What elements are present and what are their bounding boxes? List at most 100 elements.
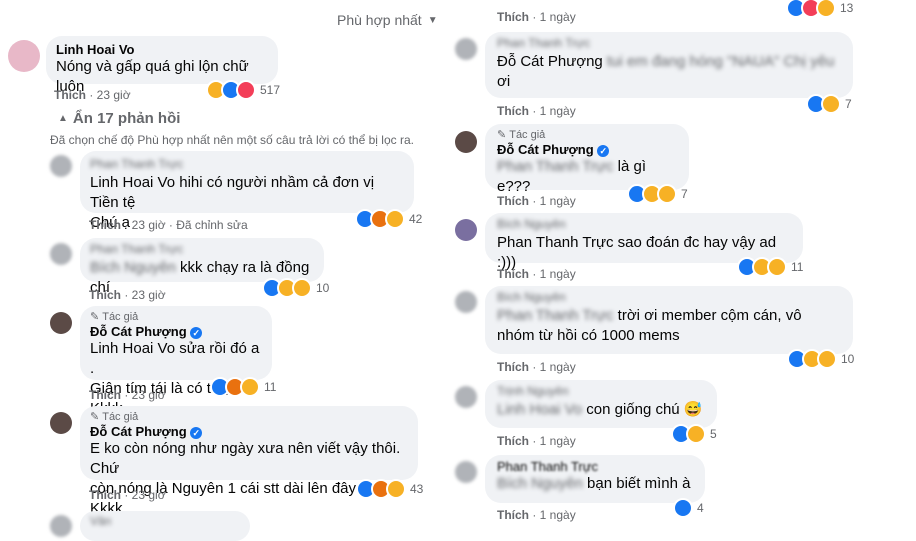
like-button[interactable]: Thích: [497, 434, 529, 448]
comment-bubble: Linh Hoai Vo Nóng và gấp quá ghi lộn chữ…: [46, 36, 278, 95]
reaction-count: 42: [409, 212, 423, 226]
reply-author[interactable]: Đỗ Cát Phượng ✓: [497, 142, 677, 157]
reaction-summary[interactable]: 7: [627, 184, 688, 204]
mention-link[interactable]: Linh Hoai Vo: [90, 174, 175, 191]
reply-author[interactable]: Bích Nguyên: [497, 217, 791, 231]
reply-text-line2: ơi: [497, 73, 511, 90]
reply-bubble: Bích Nguyên Phan Thanh Trực sao đoán đc …: [485, 213, 803, 271]
haha-reaction-icon: [686, 424, 706, 444]
reaction-summary[interactable]: 42: [355, 209, 422, 229]
avatar[interactable]: [50, 155, 72, 177]
reply-author[interactable]: Phan Thanh Trực: [497, 459, 693, 474]
like-button[interactable]: Thích: [89, 488, 121, 502]
reaction-count: 7: [681, 187, 688, 201]
timestamp[interactable]: 23 giờ: [132, 388, 166, 402]
reaction-summary[interactable]: 13: [786, 0, 853, 18]
reaction-count: 7: [845, 97, 852, 111]
wow-reaction-icon: [817, 349, 837, 369]
like-button[interactable]: Thích: [497, 508, 529, 522]
like-button[interactable]: Thích: [497, 194, 529, 208]
reply-bubble: Vân: [80, 511, 250, 541]
reply-bubble: Trịnh Nguyên Linh Hoai Vo con giống chú …: [485, 380, 717, 428]
avatar[interactable]: [8, 40, 40, 72]
reply-author[interactable]: Phan Thanh Trực: [90, 157, 404, 171]
reply-meta: Thích · 23 giờ: [89, 288, 166, 302]
sort-selector[interactable]: Phù hợp nhất ▼: [337, 12, 438, 28]
wow-reaction-icon: [767, 257, 787, 277]
mention-link[interactable]: Linh Hoai Vo: [90, 340, 175, 357]
caret-down-icon: ▼: [427, 14, 438, 26]
verified-badge-icon: ✓: [190, 426, 203, 439]
reply-author[interactable]: Phan Thanh Trực: [497, 36, 841, 50]
reaction-summary[interactable]: 10: [262, 278, 329, 298]
sort-label: Phù hợp nhất: [337, 12, 422, 28]
like-button[interactable]: Thích: [89, 288, 121, 302]
reply-text-line2: nhóm từ hồi có 1000 mems: [497, 327, 680, 344]
avatar[interactable]: [455, 291, 477, 313]
mention-link[interactable]: Phan Thanh Trực: [497, 234, 614, 251]
reply-bubble: Phan Thanh Trực Linh Hoai Vo hihi có ngư…: [80, 151, 414, 231]
reaction-summary[interactable]: 7: [806, 94, 852, 114]
reply-author[interactable]: Bích Nguyên: [497, 290, 841, 304]
timestamp[interactable]: 1 ngày: [540, 10, 576, 24]
like-button[interactable]: Thích: [497, 10, 529, 24]
comment-meta: Thích · 1 ngày: [497, 10, 576, 24]
timestamp[interactable]: 23 giờ: [97, 88, 131, 102]
reply-author[interactable]: Đỗ Cát Phượng ✓: [90, 324, 262, 339]
like-button[interactable]: Thích: [89, 218, 121, 232]
haha-reaction-icon: [821, 94, 841, 114]
avatar[interactable]: [50, 243, 72, 265]
sad-reaction-icon: [240, 377, 260, 397]
reply-text: Bích Nguyên bạn biết mình à: [497, 475, 691, 492]
avatar[interactable]: [455, 38, 477, 60]
reply-author[interactable]: Vân: [90, 514, 240, 528]
reaction-summary[interactable]: 10: [787, 349, 854, 369]
timestamp[interactable]: 1 ngày: [540, 508, 576, 522]
reply-author[interactable]: Đỗ Cát Phượng ✓: [90, 424, 408, 439]
reaction-count: 13: [840, 1, 854, 15]
reaction-summary[interactable]: 517: [206, 80, 280, 100]
like-button[interactable]: Thích: [54, 88, 86, 102]
reaction-summary[interactable]: 5: [671, 424, 717, 444]
reply-meta: Thích · 1 ngày: [497, 104, 576, 118]
wow-reaction-icon: [385, 209, 405, 229]
timestamp[interactable]: 1 ngày: [540, 194, 576, 208]
timestamp[interactable]: 1 ngày: [540, 267, 576, 281]
reply-bubble: Phan Thanh Trực Đỗ Cát Phượng tui em đan…: [485, 32, 853, 98]
reply-meta: Thích · 1 ngày: [497, 267, 576, 281]
timestamp[interactable]: 23 giờ: [132, 488, 166, 502]
wow-reaction-icon: [292, 278, 312, 298]
like-button[interactable]: Thích: [497, 360, 529, 374]
avatar[interactable]: [455, 386, 477, 408]
avatar[interactable]: [455, 219, 477, 241]
timestamp[interactable]: 1 ngày: [540, 104, 576, 118]
reaction-summary[interactable]: 43: [356, 479, 423, 499]
like-button[interactable]: Thích: [89, 388, 121, 402]
timestamp[interactable]: 23 giờ: [132, 288, 166, 302]
avatar[interactable]: [455, 131, 477, 153]
reply-meta: Thích · 23 giờ: [89, 388, 166, 402]
reply-author[interactable]: Trịnh Nguyên: [497, 384, 705, 398]
avatar[interactable]: [50, 515, 72, 537]
timestamp[interactable]: 23 giờ: [132, 218, 166, 232]
like-button[interactable]: Thích: [497, 267, 529, 281]
reaction-summary[interactable]: 4: [673, 498, 704, 518]
avatar[interactable]: [50, 312, 72, 334]
reply-meta: Thích · 23 giờ · Đã chỉnh sửa: [89, 218, 248, 232]
avatar[interactable]: [50, 412, 72, 434]
wow-reaction-icon: [657, 184, 677, 204]
like-button[interactable]: Thích: [497, 104, 529, 118]
reaction-summary[interactable]: 11: [737, 257, 803, 277]
reaction-summary[interactable]: 11: [210, 377, 276, 397]
reaction-count: 11: [264, 380, 277, 394]
timestamp[interactable]: 1 ngày: [540, 434, 576, 448]
reply-bubble: Bích Nguyên Phan Thanh Trực trời ơi memb…: [485, 286, 853, 354]
reply-bubble: Phan Thanh Trực Bích Nguyên kkk chạy ra …: [80, 238, 324, 296]
reply-bubble: ✎ Tác giả Đỗ Cát Phượng ✓ Linh Hoai Vo sử…: [80, 306, 272, 417]
avatar[interactable]: [455, 461, 477, 483]
comment-author[interactable]: Linh Hoai Vo: [56, 42, 268, 57]
timestamp[interactable]: 1 ngày: [540, 360, 576, 374]
reply-meta: Thích · 1 ngày: [497, 194, 576, 208]
reply-author[interactable]: Phan Thanh Trực: [90, 242, 314, 256]
hide-replies-link[interactable]: ▲ Ẩn 17 phản hồi: [58, 110, 180, 127]
